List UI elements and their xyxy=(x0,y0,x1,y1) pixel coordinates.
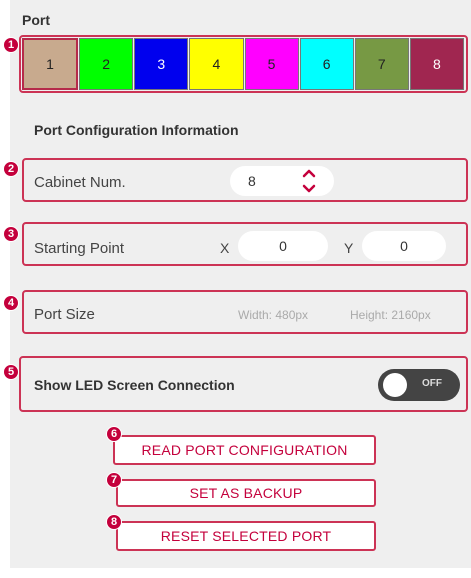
callout-badge-4: 4 xyxy=(3,295,19,311)
callout-badge-8: 8 xyxy=(106,514,122,530)
toggle-state-text: OFF xyxy=(422,378,442,389)
callout-badge-3: 3 xyxy=(3,226,19,242)
port-section-title: Port xyxy=(22,12,50,28)
read-port-config-button[interactable]: READ PORT CONFIGURATION xyxy=(113,435,376,465)
port-tile-label: 6 xyxy=(322,56,331,72)
port-tile-label: 8 xyxy=(433,56,441,72)
reset-selected-port-button[interactable]: RESET SELECTED PORT xyxy=(116,521,376,551)
port-tile-label: 4 xyxy=(212,56,221,72)
callout-badge-7: 7 xyxy=(106,472,122,488)
callout-badge-6: 6 xyxy=(106,426,122,442)
cabinet-num-stepper[interactable]: 8 xyxy=(230,166,334,196)
y-axis-label: Y xyxy=(344,240,354,256)
port-tile-label: 3 xyxy=(157,56,166,72)
port-tile-2[interactable]: 2 xyxy=(79,38,134,90)
port-tile-label: 5 xyxy=(267,56,276,72)
increment-icon[interactable] xyxy=(302,168,316,178)
starting-y-input[interactable]: 0 xyxy=(362,231,446,261)
port-tile-1[interactable]: 1 xyxy=(22,38,79,90)
port-size-label: Port Size xyxy=(34,306,95,323)
port-tile-label: 2 xyxy=(102,56,111,72)
callout-badge-5: 5 xyxy=(3,364,19,380)
port-tile-4[interactable]: 4 xyxy=(189,38,244,90)
callout-badge-1: 1 xyxy=(3,37,19,53)
port-tile-label: 7 xyxy=(377,56,386,72)
starting-x-input[interactable]: 0 xyxy=(238,231,328,261)
port-height-value: Height: 2160px xyxy=(350,308,431,322)
port-width-value: Width: 480px xyxy=(238,308,309,322)
set-as-backup-button[interactable]: SET AS BACKUP xyxy=(116,479,376,507)
decrement-icon[interactable] xyxy=(302,184,316,194)
starting-point-label: Starting Point xyxy=(34,240,125,257)
starting-y-value: 0 xyxy=(400,238,408,254)
port-tile-5[interactable]: 5 xyxy=(244,38,299,90)
cabinet-num-value: 8 xyxy=(248,173,256,189)
cabinet-num-label: Cabinet Num. xyxy=(34,174,126,191)
port-tile-7[interactable]: 7 xyxy=(354,38,409,90)
port-tile-3[interactable]: 3 xyxy=(134,38,189,90)
config-section-title: Port Configuration Information xyxy=(34,122,239,138)
starting-x-value: 0 xyxy=(279,238,287,254)
port-selector: 1 2 3 4 5 6 7 8 xyxy=(22,38,464,90)
callout-badge-2: 2 xyxy=(3,161,19,177)
led-connection-toggle[interactable]: OFF xyxy=(378,369,460,401)
led-connection-label: Show LED Screen Connection xyxy=(34,377,235,393)
x-axis-label: X xyxy=(220,240,230,256)
toggle-knob xyxy=(383,373,407,397)
port-tile-8[interactable]: 8 xyxy=(409,38,464,90)
port-tile-6[interactable]: 6 xyxy=(299,38,354,90)
port-tile-label: 1 xyxy=(46,56,54,72)
